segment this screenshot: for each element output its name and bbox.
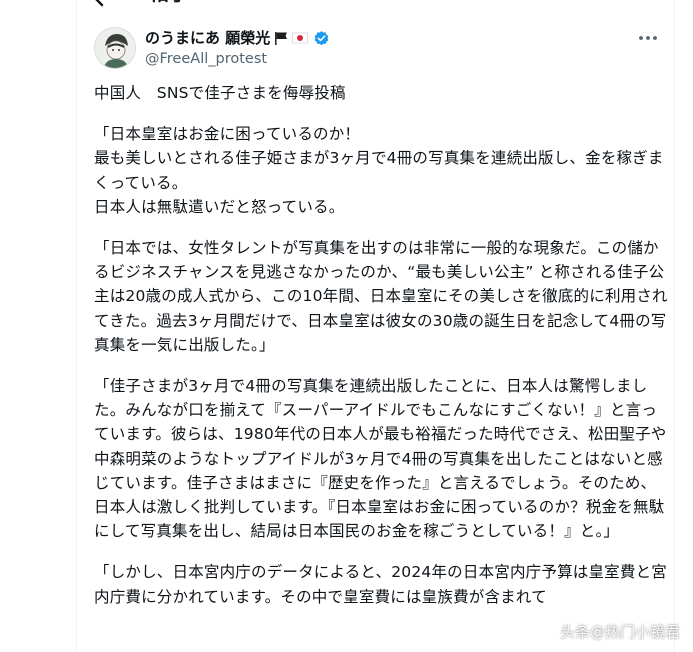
page-title: 帖子 [149,0,189,6]
post-text: 中国人 SNSで佳子さまを侮辱投稿 「日本皇室はお金に困っているのか！ 最も美し… [94,81,669,609]
author-handle[interactable]: @FreeAll_protest [145,50,267,68]
post-paragraph-headline: 中国人 SNSで佳子さまを侮辱投稿 [94,84,346,102]
more-options-icon[interactable] [637,30,659,46]
post-column: 帖子 のうまにあ 願榮光 @FreeAll_protest [76,0,675,652]
post-paragraph-2: 「日本では、女性タレントが写真集を出すのは非常に一般的な現象だ。この儲かるビジネ… [94,239,668,354]
back-arrow-icon[interactable] [91,0,117,8]
author-name-row: のうまにあ 願榮光 [145,27,330,49]
verified-badge-icon [314,30,329,45]
top-bar: 帖子 [77,0,674,12]
avatar-image [95,28,135,68]
post-paragraph-4: 「しかし、日本宮内庁のデータによると、2024年の日本宮内庁予算は皇室費と宮内庁… [94,563,667,606]
black-flag-icon [275,32,288,45]
author-display-name[interactable]: のうまにあ 願榮光 [145,28,270,48]
japan-flag-icon [292,32,309,44]
avatar[interactable] [94,27,136,69]
post-paragraph-3: 「佳子さまが3ヶ月で4冊の写真集を連続出版したことに、日本人は驚愕しました。みん… [94,377,667,541]
post-paragraph-1: 「日本皇室はお金に困っているのか！ 最も美しいとされる佳子姫さまが3ヶ月で4冊の… [94,125,664,216]
